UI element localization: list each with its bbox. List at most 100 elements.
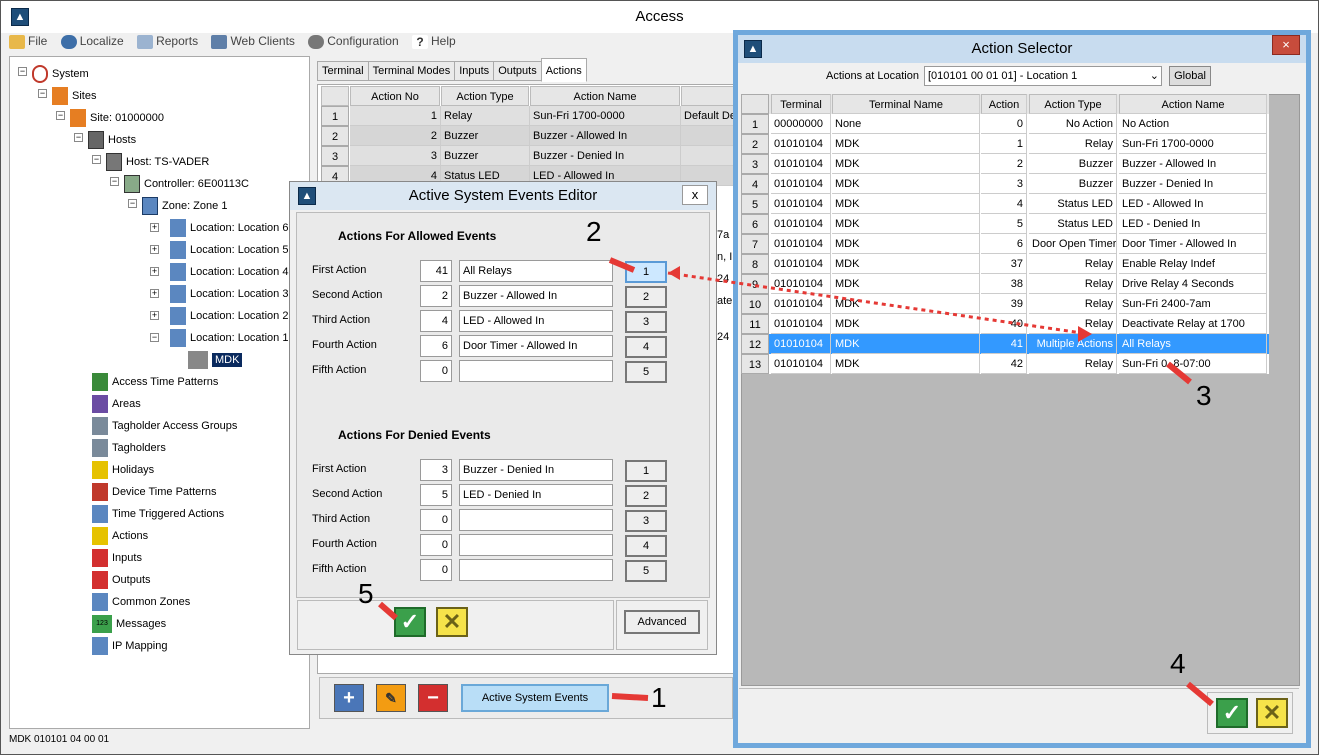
table-row[interactable]: 4 01010104 MDK 3 Buzzer Buzzer - Denied In [741,174,1269,194]
action-pick-button[interactable]: 2 [625,286,667,308]
action-pick-button[interactable]: 4 [625,535,667,557]
tree-node-tagholder-access-groups[interactable]: Tagholder Access Groups [92,417,237,436]
menu-web-clients[interactable]: Web Clients [211,34,295,49]
tab-outputs[interactable]: Outputs [493,61,542,81]
tree-expand-icon[interactable]: + [150,311,159,320]
tree-node-system[interactable]: System [32,65,89,84]
tree-node-location-6[interactable]: Location: Location 6 [170,219,288,238]
action-number-field[interactable]: 0 [420,509,452,531]
location-select[interactable]: [010101 00 01 01] - Location 1 ⌄ [924,66,1162,86]
table-row[interactable]: 5 01010104 MDK 4 Status LED LED - Allowed In [741,194,1269,214]
tree-node-device-time-patterns[interactable]: Device Time Patterns [92,483,217,502]
tree-node-zone[interactable]: Zone: Zone 1 [142,197,227,216]
tree-collapse-icon[interactable]: − [56,111,65,120]
table-row[interactable]: 1 1 Relay Sun-Fri 1700-0000 Default De [321,106,736,126]
table-row[interactable]: 3 01010104 MDK 2 Buzzer Buzzer - Allowed In [741,154,1269,174]
action-pick-button[interactable]: 2 [625,485,667,507]
action-number-field[interactable]: 4 [420,310,452,332]
table-row[interactable]: 9 01010104 MDK 38 Relay Drive Relay 4 Seconds [741,274,1269,294]
action-number-field[interactable]: 3 [420,459,452,481]
global-button[interactable]: Global [1169,66,1211,86]
tree-node-areas[interactable]: Areas [92,395,141,414]
action-name-field[interactable]: All Relays [459,260,613,282]
action-name-field[interactable]: Door Timer - Allowed In [459,335,613,357]
tab-terminal[interactable]: Terminal [317,61,369,81]
close-icon[interactable]: × [1272,35,1300,55]
table-row[interactable]: 10 01010104 MDK 39 Relay Sun-Fri 2400-7am [741,294,1269,314]
selector-cancel-button[interactable]: ✕ [1256,698,1288,728]
tree-node-location-3[interactable]: Location: Location 3 [170,285,288,304]
action-name-field[interactable] [459,534,613,556]
active-system-events-button[interactable]: Active System Events [461,684,609,712]
action-name-field[interactable]: Buzzer - Allowed In [459,285,613,307]
tree-collapse-icon[interactable]: − [128,199,137,208]
menu-file[interactable]: File [9,34,47,49]
action-name-field[interactable] [459,559,613,581]
tree-node-messages[interactable]: 123 Messages [92,615,166,634]
menu-localize[interactable]: Localize [60,34,124,49]
table-row[interactable]: 1 00000000 None 0 No Action No Action [741,114,1269,134]
action-name-field[interactable]: LED - Denied In [459,484,613,506]
grid-header[interactable]: Action Type [441,86,529,106]
grid-header[interactable]: Terminal Name [832,94,980,114]
grid-header[interactable]: Action Name [1119,94,1267,114]
tree-node-controller[interactable]: Controller: 6E00113C [124,175,249,194]
tree-collapse-icon[interactable]: − [92,155,101,164]
grid-header[interactable]: Action Name [530,86,680,106]
tree-collapse-icon[interactable]: − [18,67,27,76]
tree-node-inputs[interactable]: Inputs [92,549,142,568]
table-row[interactable]: 8 01010104 MDK 37 Relay Enable Relay Indef [741,254,1269,274]
table-row[interactable]: 2 2 Buzzer Buzzer - Allowed In [321,126,736,146]
tree-node-sites[interactable]: Sites [52,87,96,106]
menu-reports[interactable]: Reports [137,34,198,49]
menu-help[interactable]: ? Help [412,34,456,49]
editor-ok-button[interactable]: ✓ [394,607,426,637]
delete-icon[interactable]: − [418,684,448,712]
tree-node-holidays[interactable]: Holidays [92,461,154,480]
tree-expand-icon[interactable]: + [150,245,159,254]
tree-node-common-zones[interactable]: Common Zones [92,593,190,612]
action-number-field[interactable]: 0 [420,559,452,581]
table-row[interactable]: 3 3 Buzzer Buzzer - Denied In [321,146,736,166]
action-number-field[interactable]: 0 [420,534,452,556]
tree-node-location-2[interactable]: Location: Location 2 [170,307,288,326]
action-number-field[interactable]: 6 [420,335,452,357]
tree-node-hosts[interactable]: Hosts [88,131,136,150]
editor-cancel-button[interactable]: ✕ [436,607,468,637]
tree-collapse-icon[interactable]: − [74,133,83,142]
action-pick-button[interactable]: 4 [625,336,667,358]
tree-node-access-time-patterns[interactable]: Access Time Patterns [92,373,218,392]
action-number-field[interactable]: 0 [420,360,452,382]
table-row[interactable]: 12 01010104 MDK 41 Multiple Actions All Relay… [741,334,1269,354]
table-row[interactable]: 2 01010104 MDK 1 Relay Sun-Fri 1700-0000 [741,134,1269,154]
tree-expand-icon[interactable]: + [150,223,159,232]
close-icon[interactable]: x [682,185,708,205]
tree-node-tagholders[interactable]: Tagholders [92,439,166,458]
action-pick-button[interactable]: 1 [625,261,667,283]
action-number-field[interactable]: 41 [420,260,452,282]
tree-node-outputs[interactable]: Outputs [92,571,151,590]
tree-expand-icon[interactable]: + [150,267,159,276]
tree-collapse-icon[interactable]: − [110,177,119,186]
action-name-field[interactable]: LED - Allowed In [459,310,613,332]
grid-header[interactable]: Action No [350,86,440,106]
action-pick-button[interactable]: 5 [625,361,667,383]
add-icon[interactable]: + [334,684,364,712]
tree-node-ip-mapping[interactable]: IP Mapping [92,637,167,656]
action-number-field[interactable]: 2 [420,285,452,307]
action-pick-button[interactable]: 1 [625,460,667,482]
tree-collapse-icon[interactable]: − [38,89,47,98]
tab-inputs[interactable]: Inputs [454,61,495,81]
table-row[interactable]: 7 01010104 MDK 6 Door Open Timer Door Timer -… [741,234,1269,254]
tree-node-actions[interactable]: Actions [92,527,148,546]
tree-node-time-triggered-actions[interactable]: Time Triggered Actions [92,505,224,524]
action-pick-button[interactable]: 3 [625,311,667,333]
action-pick-button[interactable]: 5 [625,560,667,582]
tree-node-location-1[interactable]: Location: Location 1 [170,329,288,348]
menu-configuration[interactable]: Configuration [308,34,399,49]
tree-node-host[interactable]: Host: TS-VADER [106,153,209,172]
table-row[interactable]: 13 01010104 MDK 42 Relay Sun-Fri 0..8-07:00 [741,354,1269,374]
edit-icon[interactable]: ✎ [376,684,406,712]
tree-node-location-4[interactable]: Location: Location 4 [170,263,288,282]
selector-ok-button[interactable]: ✓ [1216,698,1248,728]
